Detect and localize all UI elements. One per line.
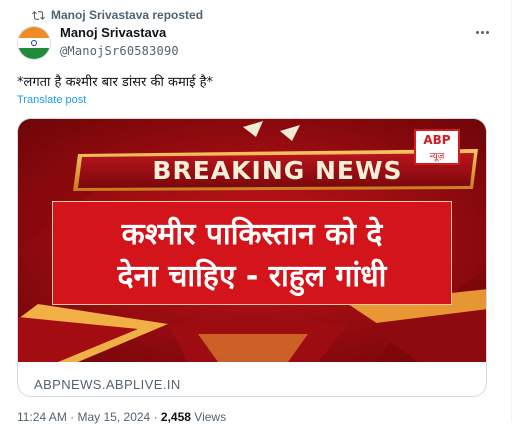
headline-line-1: कश्मीर पाकिस्तान को दे [121, 217, 383, 252]
abp-logo: ABP न्यूज़ [414, 129, 460, 165]
repost-icon [32, 10, 45, 20]
timeline-divider [511, 0, 512, 422]
headline-box: कश्मीर पाकिस्तान को दे देना चाहिए - राहु… [52, 201, 452, 305]
headline-line-2: देना चाहिए - राहुल गांधी [117, 259, 387, 294]
link-card[interactable]: BREAKING NEWS ABP न्यूज़ कश्मीर पाकिस्ता… [17, 118, 487, 397]
more-icon[interactable] [474, 26, 490, 38]
breaking-news-banner: BREAKING NEWS [152, 155, 403, 185]
card-domain[interactable]: ABPNEWS.ABPLIVE.IN [34, 377, 181, 392]
avatar[interactable] [17, 26, 51, 60]
abp-logo-text: ABP [423, 133, 451, 147]
tweet-text: *लगता है कश्मीर बार डांसर की कमाई है* [17, 75, 214, 90]
repost-text: Manoj Srivastava reposted [51, 8, 204, 22]
author-handle[interactable]: @ManojSr60583090 [60, 44, 179, 58]
author-name[interactable]: Manoj Srivastava [60, 25, 166, 40]
card-image: BREAKING NEWS ABP न्यूज़ कश्मीर पाकिस्ता… [18, 119, 486, 362]
india-flag-avatar [18, 27, 50, 59]
translate-post-link[interactable]: Translate post [17, 94, 86, 106]
abp-logo-sub: न्यूज़ [429, 152, 445, 162]
repost-indicator[interactable]: Manoj Srivastava reposted [32, 8, 203, 22]
